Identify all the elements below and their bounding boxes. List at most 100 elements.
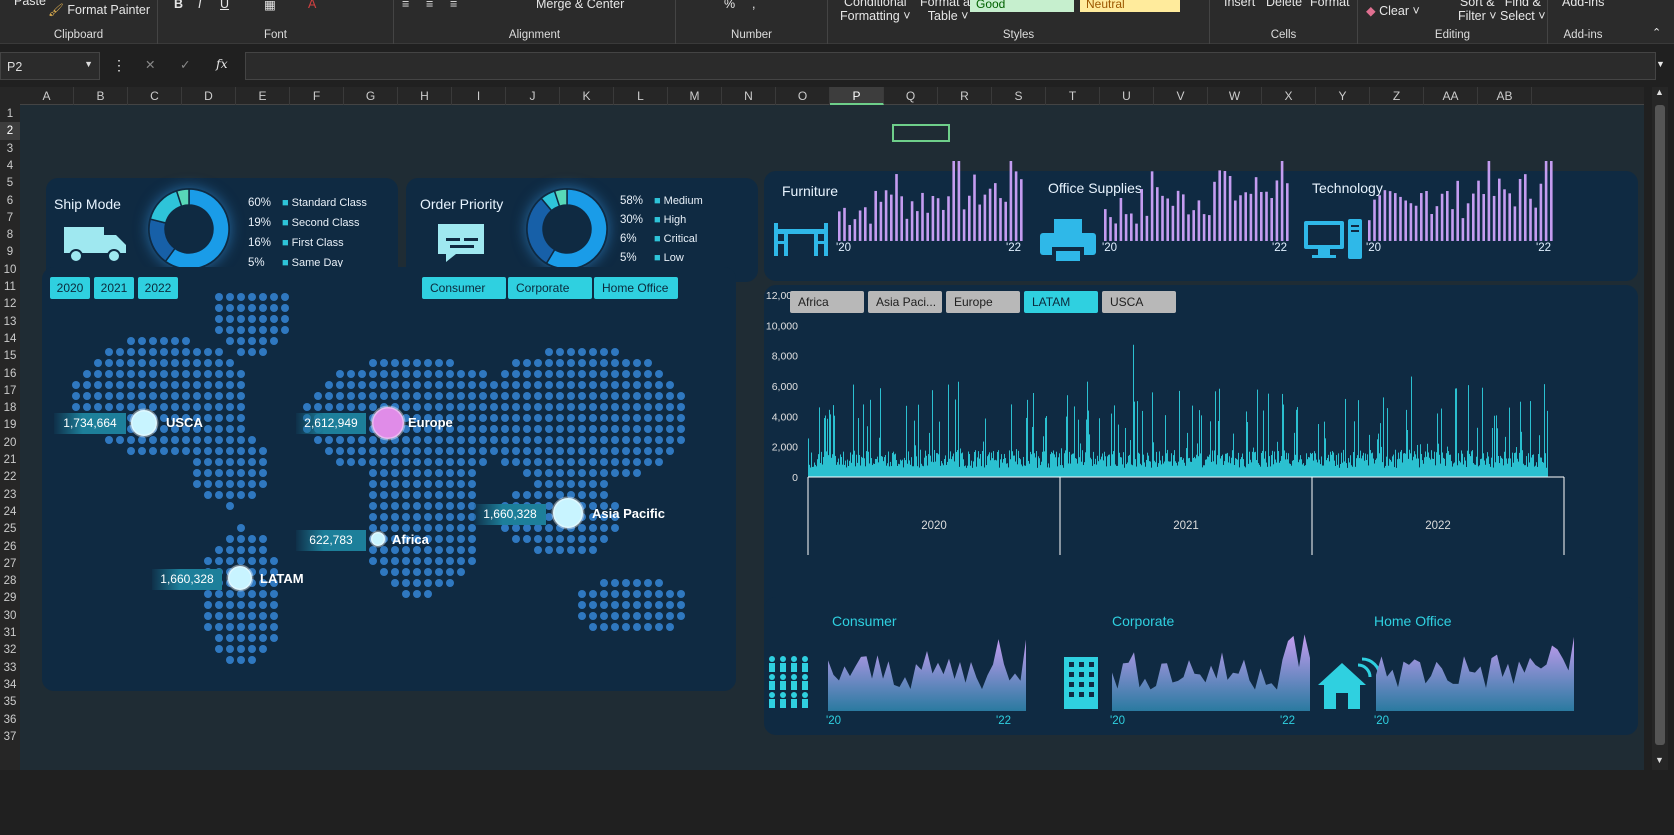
row-header-14[interactable]: 14	[0, 330, 20, 348]
more-options-icon[interactable]: ⋮	[112, 57, 126, 74]
column-header-b[interactable]: B	[74, 87, 128, 105]
dashboard-sheet[interactable]: Ship Mode 60% ■ Standard Class 19% ■ Second C…	[20, 105, 1644, 770]
column-header-r[interactable]: R	[938, 87, 992, 105]
format-as-table-button[interactable]: Format as Table ˅	[920, 0, 976, 23]
row-header-4[interactable]: 4	[0, 157, 20, 175]
column-header-e[interactable]: E	[236, 87, 290, 105]
select-all-corner[interactable]	[0, 87, 20, 105]
row-header-34[interactable]: 34	[0, 676, 20, 694]
align-center-icon[interactable]: ≡	[426, 0, 433, 11]
column-header-p[interactable]: P	[830, 87, 884, 105]
column-header-g[interactable]: G	[344, 87, 398, 105]
region-bubble[interactable]	[369, 530, 387, 548]
merge-center-button[interactable]: Merge & Center	[536, 0, 624, 11]
column-header-j[interactable]: J	[506, 87, 560, 105]
insert-button[interactable]: Insert	[1224, 0, 1255, 9]
find-select-button[interactable]: Find & Select ˅	[1500, 0, 1546, 23]
row-header-32[interactable]: 32	[0, 641, 20, 659]
percent-button[interactable]: %	[724, 0, 735, 11]
column-header-n[interactable]: N	[722, 87, 776, 105]
font-color-icon[interactable]: A	[308, 0, 316, 11]
column-header-a[interactable]: A	[20, 87, 74, 105]
region-bubble[interactable]	[551, 496, 585, 530]
year-button-2022[interactable]: 2022	[138, 277, 178, 299]
paste-button[interactable]: Paste	[14, 0, 46, 8]
comma-button[interactable]: ,	[752, 0, 755, 11]
column-header-y[interactable]: Y	[1316, 87, 1370, 105]
collapse-ribbon-icon[interactable]: ⌃	[1652, 26, 1661, 39]
year-button-2021[interactable]: 2021	[94, 277, 134, 299]
row-header-18[interactable]: 18	[0, 399, 20, 417]
enter-icon[interactable]: ✓	[180, 57, 190, 72]
style-neutral[interactable]: Neutral	[1080, 0, 1180, 12]
row-header-20[interactable]: 20	[0, 434, 20, 452]
vertical-scrollbar[interactable]: ▲ ▼	[1652, 87, 1668, 770]
row-header-16[interactable]: 16	[0, 365, 20, 383]
conditional-formatting-button[interactable]: Conditional Formatting ˅	[840, 0, 911, 23]
column-header-h[interactable]: H	[398, 87, 452, 105]
format-button[interactable]: Format	[1310, 0, 1350, 9]
align-left-icon[interactable]: ≡	[402, 0, 409, 11]
column-header-k[interactable]: K	[560, 87, 614, 105]
selected-cell[interactable]	[892, 124, 950, 142]
row-header-1[interactable]: 1	[0, 105, 20, 123]
row-header-15[interactable]: 15	[0, 347, 20, 365]
row-header-29[interactable]: 29	[0, 589, 20, 607]
region-filter-button-4[interactable]: USCA	[1102, 291, 1176, 313]
column-header-u[interactable]: U	[1100, 87, 1154, 105]
sort-filter-button[interactable]: Sort & Filter ˅	[1458, 0, 1497, 23]
row-header-26[interactable]: 26	[0, 538, 20, 556]
formula-input[interactable]	[245, 52, 1656, 80]
column-header-q[interactable]: Q	[884, 87, 938, 105]
row-header-37[interactable]: 37	[0, 728, 20, 746]
cancel-icon[interactable]: ✕	[145, 57, 155, 72]
row-header-9[interactable]: 9	[0, 243, 20, 261]
row-header-35[interactable]: 35	[0, 693, 20, 711]
region-bubble[interactable]	[370, 405, 406, 441]
row-header-19[interactable]: 19	[0, 416, 20, 434]
segment-button-1[interactable]: Corporate	[508, 277, 592, 299]
column-header-i[interactable]: I	[452, 87, 506, 105]
column-header-s[interactable]: S	[992, 87, 1046, 105]
region-bubble[interactable]	[129, 408, 159, 438]
segment-button-2[interactable]: Home Office	[594, 277, 678, 299]
row-header-33[interactable]: 33	[0, 659, 20, 677]
row-header-28[interactable]: 28	[0, 572, 20, 590]
italic-button[interactable]: I	[198, 0, 201, 11]
row-header-23[interactable]: 23	[0, 486, 20, 504]
column-header-t[interactable]: T	[1046, 87, 1100, 105]
row-header-30[interactable]: 30	[0, 607, 20, 625]
column-header-d[interactable]: D	[182, 87, 236, 105]
year-button-2020[interactable]: 2020	[50, 277, 90, 299]
name-box[interactable]: P2 ▼	[0, 52, 100, 80]
region-filter-button-1[interactable]: Asia Paci...	[868, 291, 942, 313]
row-header-3[interactable]: 3	[0, 140, 20, 158]
row-header-6[interactable]: 6	[0, 192, 20, 210]
clear-button[interactable]: ◆ Clear ˅	[1366, 3, 1420, 18]
scroll-down-icon[interactable]: ▼	[1655, 755, 1664, 765]
expand-formula-icon[interactable]: ▼	[1656, 59, 1665, 69]
row-header-2[interactable]: 2	[0, 122, 20, 141]
region-filter-button-0[interactable]: Africa	[790, 291, 864, 313]
column-header-ab[interactable]: AB	[1478, 87, 1532, 105]
column-header-l[interactable]: L	[614, 87, 668, 105]
row-header-21[interactable]: 21	[0, 451, 20, 469]
insert-function-icon[interactable]: fx	[216, 56, 228, 71]
column-header-w[interactable]: W	[1208, 87, 1262, 105]
format-painter-button[interactable]: 🖌 Format Painter	[48, 3, 150, 18]
row-header-24[interactable]: 24	[0, 503, 20, 521]
scroll-up-icon[interactable]: ▲	[1655, 87, 1664, 97]
region-bubble[interactable]	[226, 564, 254, 592]
row-header-27[interactable]: 27	[0, 555, 20, 573]
row-header-10[interactable]: 10	[0, 261, 20, 279]
row-header-11[interactable]: 11	[0, 278, 20, 296]
addins-button[interactable]: Add-ins	[1562, 0, 1604, 9]
column-header-c[interactable]: C	[128, 87, 182, 105]
row-header-31[interactable]: 31	[0, 624, 20, 642]
row-header-7[interactable]: 7	[0, 209, 20, 227]
column-header-m[interactable]: M	[668, 87, 722, 105]
row-header-8[interactable]: 8	[0, 226, 20, 244]
column-header-v[interactable]: V	[1154, 87, 1208, 105]
style-good[interactable]: Good	[970, 0, 1074, 12]
row-header-13[interactable]: 13	[0, 313, 20, 331]
